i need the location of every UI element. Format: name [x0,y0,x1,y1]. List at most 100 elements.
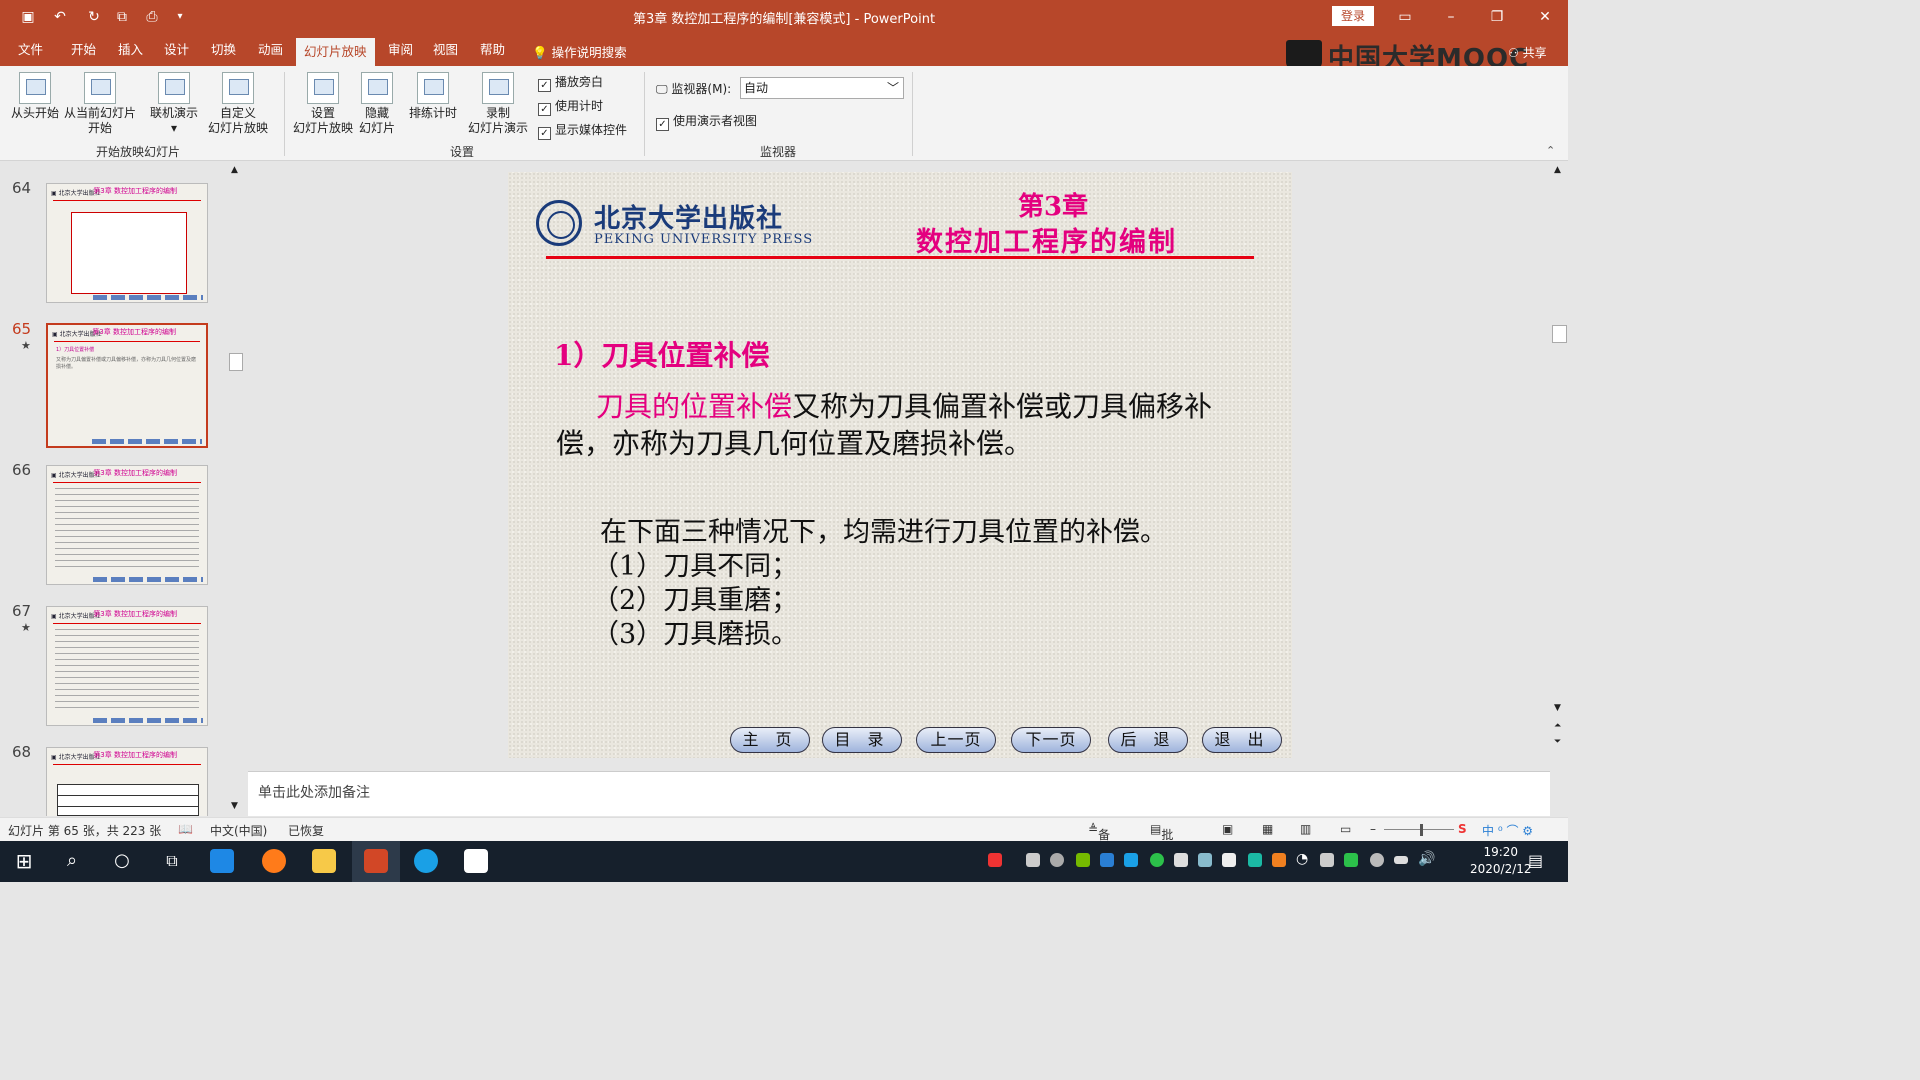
tray-icon[interactable] [1370,853,1384,867]
tab-slideshow[interactable]: 幻灯片放映 [296,38,375,66]
notes-toggle[interactable]: ≜ 备注 [1088,822,1110,859]
login-button[interactable]: 登录 [1332,6,1374,26]
sogou-tray-icon[interactable] [988,853,1002,867]
close-icon[interactable]: ✕ [1530,6,1560,28]
next-slide-icon[interactable]: ⏷ [1554,737,1561,747]
custom-slideshow-button[interactable]: 自定义 幻灯片放映 [202,72,274,136]
spellcheck-icon[interactable]: 📖 [178,822,193,836]
tab-view[interactable]: 视图 [425,40,466,66]
thumbnails-scrollbar[interactable]: ▲ ▼ [228,163,244,815]
nav-exit-button[interactable]: 退 出 [1202,727,1282,753]
app-icon[interactable] [414,849,438,873]
scroll-down-icon[interactable]: ▼ [1554,703,1561,713]
tab-file[interactable]: 文件 [10,40,51,66]
from-beginning-button[interactable]: 从头开始 [8,72,62,121]
tab-home[interactable]: 开始 [63,40,104,66]
chapter-number: 第3章 [1018,192,1089,222]
restore-icon[interactable]: ❐ [1482,6,1512,28]
previous-slide-icon[interactable]: ⏶ [1554,721,1561,731]
slide-thumbnail-65[interactable]: ▣ 北京大学出版社 第3章 数控加工程序的编制 1）刀具位置补偿 又称为刀具偏置… [46,323,208,448]
share-button[interactable]: ⚇ 共享 [1508,44,1547,61]
use-timings-checkbox[interactable]: ✓ 使用计时 [538,97,603,116]
tell-me-search[interactable]: 💡 操作说明搜索 [532,42,627,61]
normal-view-icon[interactable]: ▣ [1222,822,1233,836]
monitor-select[interactable]: 自动 ﹀ [740,77,904,99]
zoom-slider[interactable] [1384,829,1454,830]
slide-thumbnail-66[interactable]: ▣ 北京大学出版社 第3章 数控加工程序的编制 [46,465,208,585]
volume-icon[interactable]: 🔊 [1418,851,1435,867]
editor-scrollbar[interactable]: ▲ ▼ ⏶ ⏷ [1551,163,1567,763]
ie-browser-icon[interactable] [210,849,234,873]
nav-contents-button[interactable]: 目 录 [822,727,902,753]
minimize-icon[interactable]: – [1436,6,1466,28]
scroll-thumb[interactable] [229,353,243,371]
hide-slide-button[interactable]: 隐藏 幻灯片 [356,72,398,136]
cortana-icon[interactable]: ○ [110,849,134,873]
slide-sorter-icon[interactable]: ▦ [1262,822,1273,836]
tray-icon[interactable] [1026,853,1040,867]
tab-transitions[interactable]: 切换 [203,40,244,66]
nav-next-button[interactable]: 下一页 [1011,727,1091,753]
online-present-button[interactable]: 联机演示 ▾ [146,72,202,136]
scroll-up-icon[interactable]: ▲ [231,165,238,175]
scroll-thumb[interactable] [1552,325,1567,343]
tab-review[interactable]: 审阅 [380,40,421,66]
nav-prev-button[interactable]: 上一页 [916,727,996,753]
tab-help[interactable]: 帮助 [472,40,513,66]
scroll-down-icon[interactable]: ▼ [231,801,238,811]
action-center-icon[interactable]: ▤ [1528,851,1543,870]
sogou-ime-icon[interactable]: S [1458,822,1467,836]
collapse-ribbon-icon[interactable]: ⌃ [1546,144,1555,157]
system-clock[interactable]: 19:20 2020/2/12 [1470,844,1532,878]
shield-tray-icon[interactable] [1100,853,1114,867]
tray-icon[interactable] [1320,853,1334,867]
search-icon[interactable]: ⌕ [60,849,84,873]
tray-icon[interactable] [1272,853,1286,867]
tray-icon[interactable] [1198,853,1212,867]
nvidia-tray-icon[interactable] [1076,853,1090,867]
record-slideshow-button[interactable]: 录制 幻灯片演示 [462,72,534,136]
wifi-icon[interactable]: ◔ [1296,851,1308,867]
tray-icon[interactable] [1174,853,1188,867]
powerpoint-icon[interactable] [364,849,388,873]
tray-icon[interactable] [1222,853,1236,867]
setup-slideshow-button[interactable]: 设置 幻灯片放映 [290,72,356,136]
from-current-button[interactable]: 从当前幻灯片 开始 [62,72,138,136]
notes-placeholder[interactable]: 单击此处添加备注 [258,782,370,802]
scroll-up-icon[interactable]: ▲ [1554,165,1561,175]
comments-toggle[interactable]: ▤ 批注 [1150,822,1173,859]
slide-thumbnail-64[interactable]: ▣ 北京大学出版社 第3章 数控加工程序的编制 [46,183,208,303]
tray-icon[interactable] [1050,853,1064,867]
slide-thumbnail-67[interactable]: ▣ 北京大学出版社 第3章 数控加工程序的编制 [46,606,208,726]
file-explorer-icon[interactable] [312,849,336,873]
recorder-app-icon[interactable] [464,849,488,873]
zoom-out-icon[interactable]: – [1370,822,1376,836]
tray-icon[interactable] [1248,853,1262,867]
wechat-tray-icon[interactable] [1344,853,1358,867]
setup-label-2: 幻灯片放映 [292,121,353,135]
play-narrations-checkbox[interactable]: ✓ 播放旁白 [538,73,603,92]
tab-design[interactable]: 设计 [156,40,197,66]
tab-animations[interactable]: 动画 [250,40,291,66]
ime-toolbar-icon[interactable]: 中 ⁰ ⌒ ⚙ [1482,822,1533,839]
tray-icon[interactable] [1150,853,1164,867]
zoom-slider-thumb[interactable] [1420,824,1423,836]
language-indicator[interactable]: 中文(中国) [210,822,267,839]
rehearse-timings-button[interactable]: 排练计时 [404,72,462,121]
battery-icon[interactable] [1394,856,1408,864]
tab-insert[interactable]: 插入 [110,40,151,66]
windows-start-icon[interactable]: ⊞ [12,849,36,873]
slide-canvas[interactable]: 北京大学出版社 PEKING UNIVERSITY PRESS 第3章 数控加工… [508,172,1292,758]
nav-back-button[interactable]: 后 退 [1108,727,1188,753]
tray-icon[interactable] [1124,853,1138,867]
show-media-controls-checkbox[interactable]: ✓ 显示媒体控件 [538,121,627,140]
reading-view-icon[interactable]: ▥ [1300,822,1311,836]
notes-pane[interactable]: 单击此处添加备注 [248,771,1550,816]
slide-thumbnail-68[interactable]: ▣ 北京大学出版社 第3章 数控加工程序的编制 [46,747,208,816]
ribbon-display-icon[interactable]: ▭ [1390,6,1420,28]
presenter-view-checkbox[interactable]: ✓ 使用演示者视图 [656,112,757,131]
firefox-icon[interactable] [262,849,286,873]
slideshow-view-icon[interactable]: ▭ [1340,822,1351,836]
task-view-icon[interactable]: ⧉ [160,849,184,873]
nav-home-button[interactable]: 主 页 [730,727,810,753]
